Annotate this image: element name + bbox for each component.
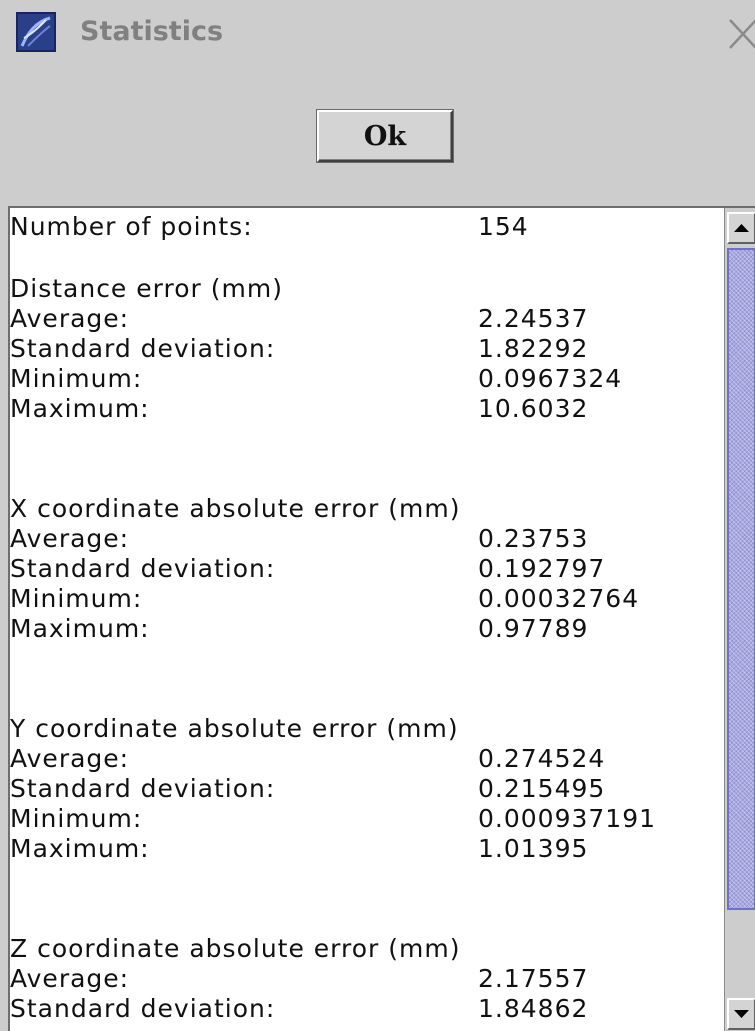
stat-value: 0.97789 [478,614,589,643]
stat-value: 0.0967324 [478,364,623,393]
points-value: 154 [478,212,529,241]
y-coordinate-heading: Y coordinate absolute error (mm) [10,714,459,743]
stat-label: Maximum: [10,834,150,863]
stat-label: Standard deviation: [10,334,276,363]
stat-value: 0.00032764 [478,584,640,613]
stat-value: 2.17557 [478,964,589,993]
x-coordinate-heading: X coordinate absolute error (mm) [10,494,461,523]
stat-label: Average: [10,524,130,553]
distance-heading: Distance error (mm) [10,274,283,303]
ok-button[interactable]: Ok [317,110,453,162]
title-bar[interactable]: Statistics [0,0,755,64]
stat-label: Minimum: [10,364,143,393]
arrow-down-icon [734,1010,749,1018]
stat-label: Average: [10,744,130,773]
scroll-down-button[interactable] [727,998,755,1030]
app-logo-icon [16,12,56,52]
z-coordinate-heading: Z coordinate absolute error (mm) [10,934,461,963]
stat-value: 0.23753 [478,524,589,553]
arrow-up-icon [734,224,749,232]
scroll-thumb[interactable] [727,248,755,910]
stat-label: Standard deviation: [10,554,276,583]
stat-label: Maximum: [10,614,150,643]
stat-value: 0.192797 [478,554,606,583]
stat-label: Average: [10,304,130,333]
stat-label: Maximum: [10,394,150,423]
points-label: Number of points: [10,212,253,241]
stat-label: Minimum: [10,804,143,833]
vertical-scrollbar[interactable] [724,208,755,1031]
window-title: Statistics [80,16,224,47]
stat-value: 10.6032 [478,394,589,423]
statistics-text-area[interactable]: Number of points: 154 Distance error (mm… [10,208,724,1031]
stat-value: 0.215495 [478,774,606,803]
statistics-frame: Number of points: 154 Distance error (mm… [8,206,755,1031]
close-icon[interactable] [726,16,755,52]
stat-value: 1.82292 [478,334,589,363]
stat-value: 0.274524 [478,744,606,773]
stat-label: Minimum: [10,584,143,613]
stat-value: 1.01395 [478,834,589,863]
stat-value: 0.000937191 [478,804,657,833]
scroll-up-button[interactable] [727,212,755,244]
stat-label: Standard deviation: [10,994,276,1023]
stat-value: 1.84862 [478,994,589,1023]
button-bar: Ok [0,64,755,206]
stat-value: 2.24537 [478,304,589,333]
stat-label: Standard deviation: [10,774,276,803]
statistics-dialog: Statistics Ok Number of points: 154 Dist… [0,0,755,1031]
stat-label: Average: [10,964,130,993]
